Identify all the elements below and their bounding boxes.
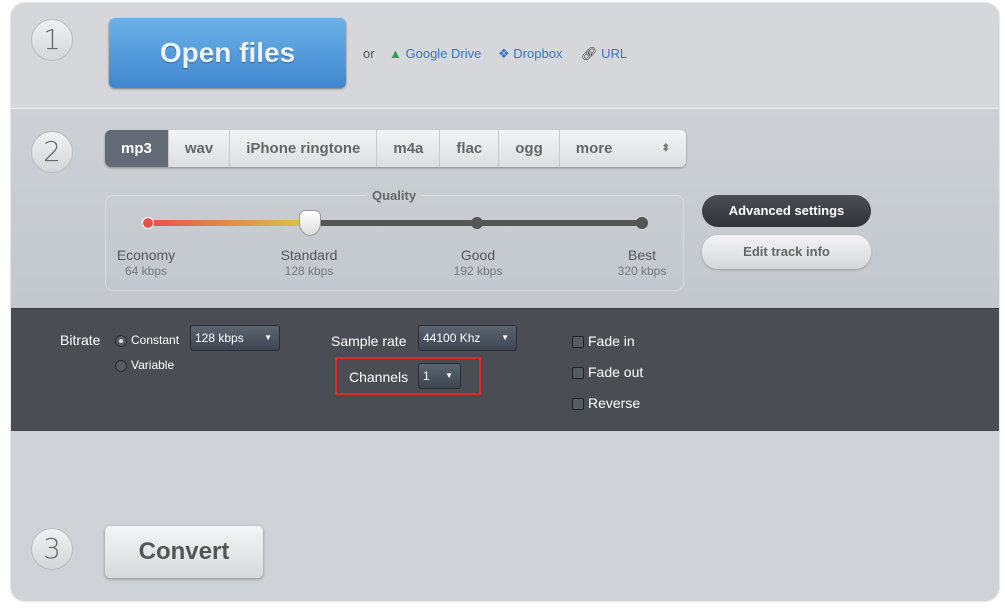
url-label: URL	[601, 46, 628, 61]
advanced-settings-button[interactable]: Advanced settings	[702, 195, 871, 227]
caret-down-icon: ▼	[264, 333, 272, 342]
caret-down-icon: ▼	[501, 333, 509, 342]
link-icon: 🔗︎	[581, 46, 598, 61]
tab-flac[interactable]: flac	[440, 130, 500, 167]
reverse-label: Reverse	[588, 395, 641, 411]
variable-label: Variable	[131, 358, 175, 372]
sample-rate-value: 44100 Khz	[423, 331, 481, 345]
quality-title: Quality	[366, 188, 423, 203]
constant-label: Constant	[131, 333, 180, 347]
google-drive-label: Google Drive	[405, 46, 482, 61]
step-number: 3	[31, 528, 73, 570]
quality-level-name: Standard	[280, 247, 338, 263]
fade-in-label: Fade in	[588, 333, 635, 349]
dropbox-icon: ❖	[498, 46, 510, 61]
google-drive-icon: ▲	[389, 46, 402, 61]
tab-iphone-ringtone[interactable]: iPhone ringtone	[230, 130, 378, 167]
quality-stop-best[interactable]	[636, 217, 648, 229]
fade-out-label: Fade out	[588, 364, 644, 380]
channels-label: Channels	[349, 369, 409, 385]
quality-slider-fill	[148, 220, 311, 226]
quality-level-name: Best	[627, 247, 656, 263]
quality-level-rate: 64 kbps	[124, 264, 168, 278]
quality-level-name: Economy	[116, 247, 176, 263]
bitrate-label: Bitrate	[60, 332, 101, 348]
channels-select[interactable]: 1 ▼	[418, 363, 461, 389]
step-convert-section: 3 Convert	[11, 431, 999, 601]
reverse-checkbox[interactable]	[572, 398, 584, 410]
google-drive-link[interactable]: ▲ Google Drive	[389, 46, 481, 61]
url-link[interactable]: 🔗︎ URL	[581, 46, 627, 62]
converter-panel: 1 Open files or ▲ Google Drive ❖ Dropbox…	[11, 3, 999, 601]
fade-in-checkbox[interactable]	[572, 336, 584, 348]
constant-radio[interactable]	[115, 335, 127, 347]
quality-level-rate: 128 kbps	[284, 264, 334, 278]
dropbox-link[interactable]: ❖ Dropbox	[498, 46, 562, 62]
open-files-button[interactable]: Open files	[109, 18, 346, 88]
tab-wav[interactable]: wav	[169, 130, 231, 167]
tab-more[interactable]: more ⬍	[560, 130, 686, 167]
quality-stop-good[interactable]	[471, 217, 483, 229]
caret-down-icon: ▼	[445, 371, 453, 380]
convert-button[interactable]: Convert	[105, 526, 263, 578]
quality-stop-economy[interactable]	[142, 217, 154, 229]
updown-icon: ⬍	[661, 143, 670, 154]
sample-rate-label: Sample rate	[331, 333, 407, 349]
quality-level-name: Good	[460, 247, 496, 263]
step-number: 1	[31, 19, 73, 61]
sample-rate-select[interactable]: 44100 Khz ▼	[418, 325, 517, 351]
channels-value: 1	[423, 369, 430, 383]
quality-level-rate: 192 kbps	[453, 264, 503, 278]
step-format-section: 2 mp3 wav iPhone ringtone m4a flac ogg m…	[11, 108, 999, 308]
fade-out-checkbox[interactable]	[572, 367, 584, 379]
quality-level-rate: 320 kbps	[617, 264, 667, 278]
dropbox-label: Dropbox	[513, 46, 563, 61]
step-number: 2	[31, 131, 73, 173]
tab-m4a[interactable]: m4a	[377, 130, 441, 167]
step-open-section: 1 Open files or ▲ Google Drive ❖ Dropbox…	[11, 3, 999, 108]
quality-box: Quality Economy 64 kbps Standard 128 kbp…	[105, 188, 684, 291]
variable-radio[interactable]	[115, 360, 127, 372]
bitrate-select[interactable]: 128 kbps ▼	[190, 325, 280, 351]
tab-mp3[interactable]: mp3	[105, 130, 169, 167]
more-label: more	[575, 140, 613, 157]
tab-ogg[interactable]: ogg	[499, 130, 560, 167]
edit-track-info-button[interactable]: Edit track info	[702, 235, 871, 269]
or-label: or	[363, 46, 375, 61]
format-tabs: mp3 wav iPhone ringtone m4a flac ogg mor…	[105, 130, 686, 167]
quality-slider-thumb[interactable]	[299, 210, 321, 236]
advanced-settings-panel: Bitrate Constant Variable 128 kbps ▼ Samp…	[11, 308, 999, 431]
bitrate-value: 128 kbps	[195, 331, 244, 345]
